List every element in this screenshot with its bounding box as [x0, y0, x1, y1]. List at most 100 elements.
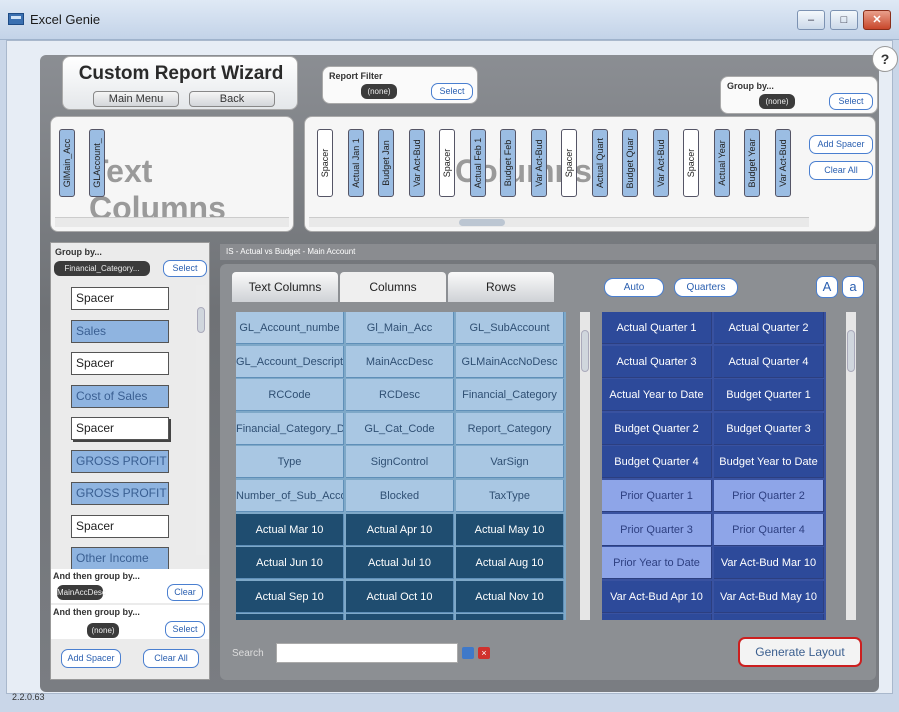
field-cell[interactable]: TaxType: [456, 480, 564, 512]
minimize-button[interactable]: –: [797, 10, 825, 30]
tab-columns[interactable]: Columns: [340, 272, 446, 302]
field-cell[interactable]: GL_Account_numbe: [236, 312, 344, 344]
column-chip[interactable]: Budget Jan: [378, 129, 394, 197]
scrollbar-thumb[interactable]: [197, 307, 205, 333]
group-by-select-button[interactable]: Select: [163, 260, 207, 277]
generate-layout-button[interactable]: Generate Layout: [738, 637, 862, 667]
row-item[interactable]: GROSS PROFIT: [71, 482, 169, 505]
field-cell[interactable]: [346, 614, 454, 620]
search-go-icon[interactable]: [462, 647, 474, 659]
spacer-column-chip[interactable]: Spacer: [317, 129, 333, 197]
period-cell[interactable]: Budget Quarter 2: [602, 412, 712, 445]
row-item[interactable]: Spacer: [71, 352, 169, 375]
clear-button[interactable]: Clear: [167, 584, 203, 601]
field-cell[interactable]: Report_Category: [456, 412, 564, 445]
field-cell[interactable]: [456, 614, 564, 620]
quarters-button[interactable]: Quarters: [674, 278, 738, 297]
field-cell[interactable]: SignControl: [346, 446, 454, 479]
field-cell[interactable]: Blocked: [346, 480, 454, 512]
clear-all-button[interactable]: Clear All: [809, 161, 873, 180]
tab-text-columns[interactable]: Text Columns: [232, 272, 338, 302]
close-button[interactable]: ✕: [863, 10, 891, 30]
field-cell[interactable]: MainAccDesc: [346, 345, 454, 378]
column-chip[interactable]: Actual Year: [713, 129, 730, 197]
period-cell[interactable]: Budget Year to Date: [714, 446, 824, 479]
clear-all-button[interactable]: Clear All: [143, 649, 199, 668]
rows-scrollbar[interactable]: [196, 285, 206, 555]
column-chip[interactable]: Var Act-Bud: [408, 129, 425, 197]
help-button[interactable]: ?: [872, 46, 898, 72]
text-columns-scrollbar[interactable]: [55, 217, 289, 227]
scrollbar-thumb[interactable]: [459, 219, 505, 226]
field-cell[interactable]: Number_of_Sub_Accou: [236, 480, 344, 512]
field-cell[interactable]: GL_Cat_Code: [346, 412, 454, 445]
field-cell[interactable]: Actual Nov 10: [456, 580, 564, 613]
column-chip[interactable]: Actual Feb 1: [469, 129, 486, 197]
group-by-select-button[interactable]: Select: [829, 93, 873, 110]
field-cell[interactable]: Actual Jun 10: [236, 547, 344, 580]
field-cell[interactable]: RCCode: [236, 379, 344, 412]
scrollbar-thumb[interactable]: [847, 330, 855, 372]
fields-scrollbar[interactable]: [580, 312, 590, 620]
period-cell[interactable]: Actual Quarter 4: [714, 345, 824, 378]
field-cell[interactable]: Financial_Category_Desc: [236, 412, 344, 445]
period-cell[interactable]: Budget Quarter 3: [714, 412, 824, 445]
field-cell[interactable]: Actual Jul 10: [346, 547, 454, 580]
field-cell[interactable]: Actual Oct 10: [346, 580, 454, 613]
period-cell[interactable]: Prior Quarter 4: [714, 513, 824, 546]
lowercase-button[interactable]: a: [842, 276, 864, 298]
search-input[interactable]: [276, 643, 458, 663]
field-cell[interactable]: GL_SubAccount: [456, 312, 564, 344]
field-cell[interactable]: Type: [236, 446, 344, 479]
period-cell[interactable]: Var Act-Bud Apr 10: [602, 580, 712, 613]
period-cell[interactable]: [714, 614, 824, 620]
spacer-column-chip[interactable]: Spacer: [683, 129, 699, 197]
period-cell[interactable]: Var Act-Bud Mar 10: [714, 547, 824, 580]
scrollbar-thumb[interactable]: [581, 330, 589, 372]
field-cell[interactable]: [236, 614, 344, 620]
periods-scrollbar[interactable]: [846, 312, 856, 620]
column-chip[interactable]: Actual Jan 1: [347, 129, 364, 197]
column-chip[interactable]: Var Act-Bud: [530, 129, 547, 197]
row-item[interactable]: Cost of Sales: [71, 384, 169, 408]
back-button[interactable]: Back: [189, 91, 275, 107]
column-chip[interactable]: Var Act-Bud: [652, 129, 669, 197]
add-spacer-button[interactable]: Add Spacer: [61, 649, 121, 668]
field-cell[interactable]: Actual May 10: [456, 513, 564, 546]
columns-scrollbar[interactable]: [309, 217, 809, 227]
period-cell[interactable]: Prior Quarter 1: [602, 480, 712, 512]
maximize-button[interactable]: □: [830, 10, 858, 30]
period-cell[interactable]: Prior Year to Date: [602, 547, 712, 580]
period-cell[interactable]: [602, 614, 712, 620]
spacer-column-chip[interactable]: Spacer: [439, 129, 455, 197]
field-cell[interactable]: GLMainAccNoDesc: [456, 345, 564, 378]
period-cell[interactable]: Prior Quarter 3: [602, 513, 712, 546]
spacer-column-chip[interactable]: Spacer: [561, 129, 577, 197]
field-cell[interactable]: Financial_Category: [456, 379, 564, 412]
field-cell[interactable]: Actual Mar 10: [236, 513, 344, 546]
period-cell[interactable]: Var Act-Bud May 10: [714, 580, 824, 613]
column-chip[interactable]: Var Act-Bud: [774, 129, 791, 197]
row-item[interactable]: Spacer: [71, 417, 169, 440]
clear-search-icon[interactable]: ×: [478, 647, 490, 659]
report-filter-select-button[interactable]: Select: [431, 83, 473, 100]
uppercase-button[interactable]: A: [816, 276, 838, 298]
field-cell[interactable]: VarSign: [456, 446, 564, 479]
field-cell[interactable]: Actual Aug 10: [456, 547, 564, 580]
period-cell[interactable]: Actual Year to Date: [602, 379, 712, 412]
field-cell[interactable]: Gl_Main_Acc: [346, 312, 454, 344]
period-cell[interactable]: Budget Quarter 1: [714, 379, 824, 412]
period-cell[interactable]: Actual Quarter 2: [714, 312, 824, 344]
period-cell[interactable]: Actual Quarter 1: [602, 312, 712, 344]
row-item[interactable]: Spacer: [71, 514, 169, 538]
add-spacer-button[interactable]: Add Spacer: [809, 135, 873, 154]
field-cell[interactable]: RCDesc: [346, 379, 454, 412]
auto-button[interactable]: Auto: [604, 278, 664, 297]
field-cell[interactable]: GL_Account_Descripti: [236, 345, 344, 378]
period-cell[interactable]: Budget Quarter 4: [602, 446, 712, 479]
tab-rows[interactable]: Rows: [448, 272, 554, 302]
row-item[interactable]: GROSS PROFIT: [71, 449, 169, 473]
main-menu-button[interactable]: Main Menu: [93, 91, 179, 107]
text-column-chip[interactable]: GlMain_Acc: [59, 129, 75, 197]
row-item[interactable]: Other Income: [71, 547, 169, 570]
